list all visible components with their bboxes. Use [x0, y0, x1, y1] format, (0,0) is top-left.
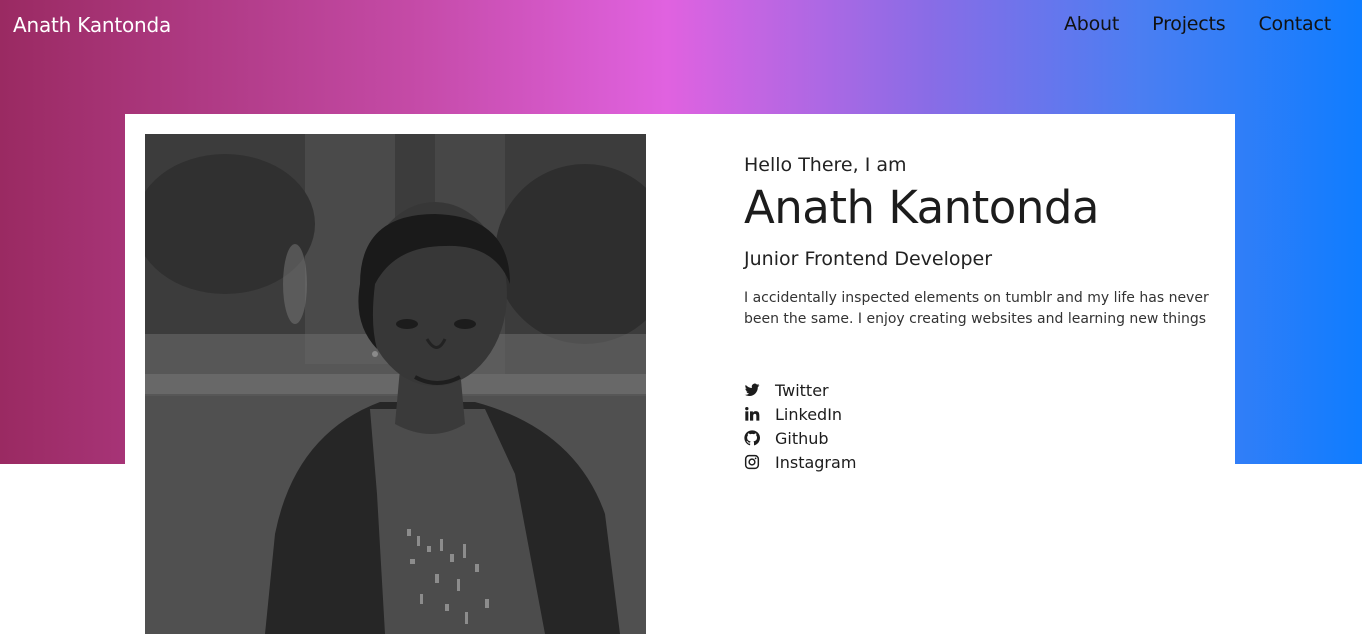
instagram-label: Instagram: [775, 452, 857, 472]
social-item-twitter: Twitter: [744, 378, 1214, 402]
twitter-label: Twitter: [775, 380, 829, 400]
linkedin-icon: [744, 406, 760, 422]
nav-link-projects[interactable]: Projects: [1152, 13, 1226, 35]
instagram-icon: [744, 454, 760, 470]
profile-card: Hello There, I am Anath Kantonda Junior …: [125, 114, 1235, 640]
github-icon: [744, 430, 760, 446]
profile-name: Anath Kantonda: [744, 181, 1100, 234]
linkedin-link[interactable]: LinkedIn: [744, 405, 842, 424]
instagram-link[interactable]: Instagram: [744, 453, 856, 472]
top-navbar: Anath Kantonda About Projects Contact: [0, 0, 1362, 54]
brand-link[interactable]: Anath Kantonda: [13, 13, 171, 37]
social-item-instagram: Instagram: [744, 450, 1214, 474]
nav-link-about[interactable]: About: [1064, 13, 1119, 35]
profile-role: Junior Frontend Developer: [744, 248, 993, 270]
twitter-icon: [744, 382, 760, 398]
greeting-text: Hello There, I am: [744, 154, 907, 176]
profile-bio: I accidentally inspected elements on tum…: [744, 290, 1209, 327]
linkedin-label: LinkedIn: [775, 404, 843, 424]
profile-info: Hello There, I am Anath Kantonda Junior …: [744, 154, 1214, 474]
nav-link-contact[interactable]: Contact: [1258, 13, 1331, 35]
social-item-linkedin: LinkedIn: [744, 402, 1214, 426]
social-item-github: Github: [744, 426, 1214, 450]
github-link[interactable]: Github: [744, 429, 829, 448]
profile-photo: [145, 134, 646, 634]
social-links: Twitter LinkedIn Github Instagram: [744, 378, 1214, 474]
nav-links: About Projects Contact: [1064, 13, 1331, 35]
twitter-link[interactable]: Twitter: [744, 381, 829, 400]
github-label: Github: [775, 428, 829, 448]
